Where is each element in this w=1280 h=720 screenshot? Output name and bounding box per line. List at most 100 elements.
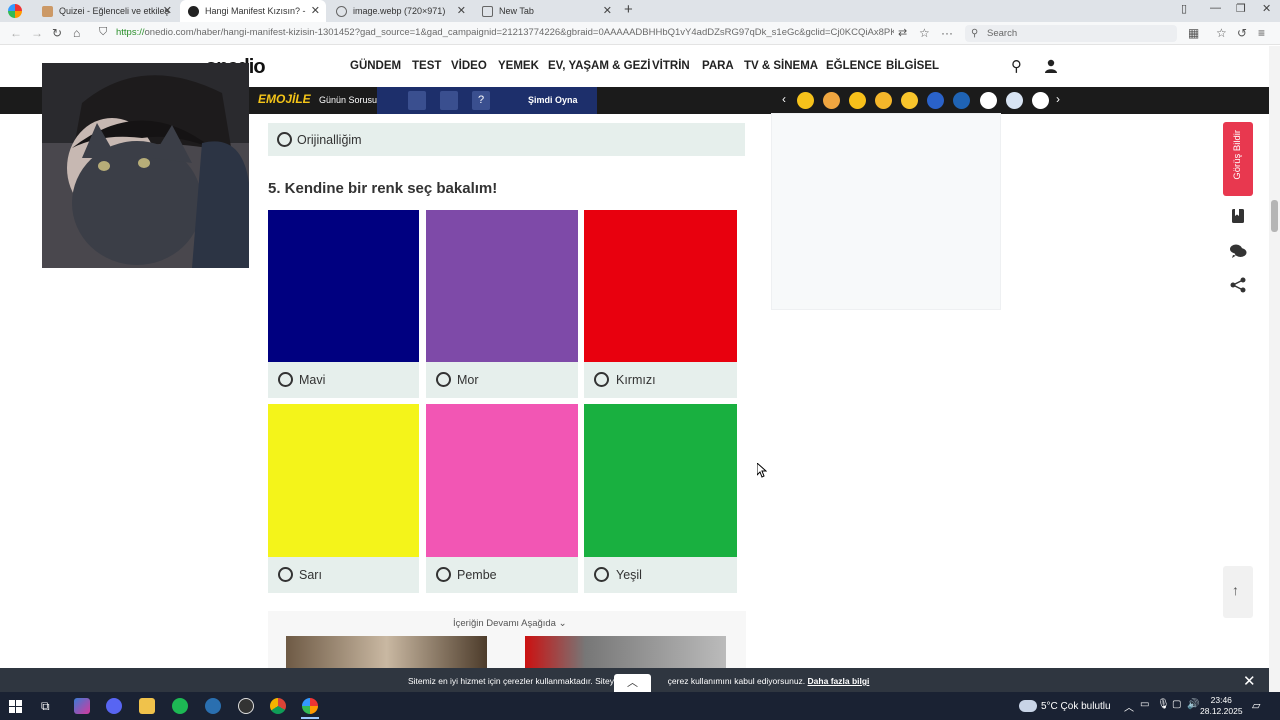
search-icon[interactable]: ⚲ [1011,57,1022,75]
scrollbar-thumb[interactable] [1271,200,1278,232]
translate-icon[interactable]: ⇄ [898,26,907,39]
menu-item-vitrin[interactable]: VİTRİN [652,60,690,72]
volume-icon[interactable]: 🔊 [1187,699,1199,710]
file-explorer-icon[interactable] [139,698,155,714]
tab-new[interactable]: New Tab ✕ [474,0,618,22]
comments-icon[interactable] [1229,242,1247,260]
microphone-icon[interactable]: 🎙 [1157,699,1170,710]
menu-item-gundem[interactable]: GÜNDEM [350,60,401,72]
mouse-cursor-icon [757,463,767,478]
emoji-reaction-icon[interactable] [1006,92,1023,109]
network-icon[interactable]: ▢ [1172,699,1181,710]
menu-item-yemek[interactable]: YEMEK [498,60,539,72]
tab-quizei[interactable]: Quizei - Eğlenceli ve etkileşimli ✕ [34,0,178,22]
color-swatch-sari[interactable] [268,404,419,557]
close-icon[interactable]: ✕ [1243,672,1256,690]
obs-icon[interactable] [238,698,254,714]
radio-button[interactable] [594,567,609,582]
chrome-icon[interactable] [270,698,286,714]
star-icon[interactable]: ☆ [919,26,930,40]
spotify-icon[interactable] [172,698,188,714]
emoji-reaction-icon[interactable] [927,92,944,109]
emoji-reaction-icon[interactable] [953,92,970,109]
radio-button[interactable] [436,372,451,387]
radio-button[interactable] [436,567,451,582]
extensions-icon[interactable]: ▦ [1188,26,1199,40]
steam-icon[interactable] [205,698,221,714]
cookie-expand-button[interactable]: ︿ [614,674,651,692]
close-icon[interactable]: ✕ [311,4,320,17]
color-swatch-mor[interactable] [426,210,578,362]
cookie-more-info-link[interactable]: Daha fazla bilgi [808,676,870,686]
close-icon[interactable]: ✕ [163,4,172,17]
copilot-icon[interactable] [74,698,90,714]
tab-image[interactable]: image.webp (720×971) ✕ [328,0,472,22]
emoji-reaction-icon[interactable] [980,92,997,109]
emojile-play-button[interactable]: Şimdi Oyna [516,87,597,114]
chevron-left-icon[interactable]: ‹ [782,92,786,106]
opera-gx-icon[interactable] [302,698,318,714]
discord-icon[interactable] [106,698,122,714]
share-icon[interactable] [1229,276,1247,294]
page-scrollbar[interactable] [1269,46,1280,692]
menu-item-para[interactable]: PARA [702,60,734,72]
windows-start-icon[interactable] [9,700,22,713]
favorites-icon[interactable]: ☆ [1216,26,1227,40]
menu-item-test[interactable]: TEST [412,60,441,72]
arrow-up-icon: ↑ [1232,582,1239,598]
radio-button[interactable] [278,567,293,582]
close-window-icon[interactable]: ✕ [1262,2,1271,15]
emoji-reaction-icon[interactable] [797,92,814,109]
menu-item-video[interactable]: VİDEO [451,60,487,72]
emoji-reaction-icon[interactable] [849,92,866,109]
system-clock[interactable]: 23:46 28.12.2025 [1200,695,1243,717]
color-swatch-kirmizi[interactable] [584,210,737,362]
menu-item-ev-yasam[interactable]: EV, YAŞAM & GEZİ [548,60,650,72]
notifications-icon[interactable]: ▱ [1252,699,1260,712]
content-thumbnail[interactable] [525,636,726,671]
continue-reading-label[interactable]: İçeriğin Devamı Aşağıda ⌄ [453,618,567,629]
scroll-to-top-button[interactable]: ↑ [1223,566,1253,618]
display-icon[interactable]: ▭ [1140,699,1149,710]
user-icon[interactable] [1044,59,1058,73]
radio-button[interactable] [594,372,609,387]
task-view-icon[interactable]: ⧉ [41,699,50,714]
emoji-reaction-icon[interactable] [875,92,892,109]
tab-list-icon[interactable]: ▯ [1181,2,1187,15]
browser-logo-icon[interactable] [8,4,22,18]
color-swatch-pembe[interactable] [426,404,578,557]
emoji-reaction-icon[interactable] [901,92,918,109]
forward-icon[interactable]: → [31,26,43,40]
radio-button[interactable] [277,132,292,147]
emoji-reaction-icon[interactable] [823,92,840,109]
close-icon[interactable]: ✕ [603,4,612,17]
emoji-reaction-icon[interactable] [1032,92,1049,109]
menu-item-bilgisel[interactable]: BİLGİSEL [886,60,939,72]
weather-text[interactable]: 5°C Çok bulutlu [1041,701,1111,712]
more-icon[interactable]: ··· [941,26,953,40]
radio-button[interactable] [278,372,293,387]
bookmark-icon[interactable] [1229,207,1247,225]
content-thumbnail[interactable] [286,636,487,671]
tab-hangi-manifest[interactable]: Hangi Manifest Kızısın? - One ✕ [180,0,326,22]
new-tab-plus-icon[interactable]: + [624,1,633,18]
color-swatch-yesil[interactable] [584,404,737,557]
floating-video-thumbnail[interactable] [42,63,249,268]
url-field[interactable]: https://onedio.com/haber/hangi-manifest-… [116,27,894,38]
minimize-icon[interactable]: — [1210,2,1221,14]
chevron-right-icon[interactable]: › [1056,92,1060,106]
feedback-button[interactable]: Görüş Bildir [1223,122,1253,196]
close-icon[interactable]: ✕ [457,4,466,17]
menu-item-eglence[interactable]: EĞLENCE [826,60,882,72]
shield-icon[interactable]: ⛉ [99,26,107,39]
back-icon[interactable]: ← [10,26,22,40]
reload-icon[interactable]: ↻ [52,26,62,40]
color-swatch-mavi[interactable] [268,210,419,362]
home-icon[interactable]: ⌂ [73,26,80,40]
restore-icon[interactable]: ❐ [1236,2,1246,15]
search-input[interactable]: ⚲ Search [965,25,1177,42]
chevron-up-icon[interactable]: ︿ [1124,699,1134,714]
history-icon[interactable]: ↺ [1237,26,1247,40]
menu-item-tv-sinema[interactable]: TV & SİNEMA [744,60,818,72]
menu-icon[interactable]: ≡ [1258,26,1265,40]
